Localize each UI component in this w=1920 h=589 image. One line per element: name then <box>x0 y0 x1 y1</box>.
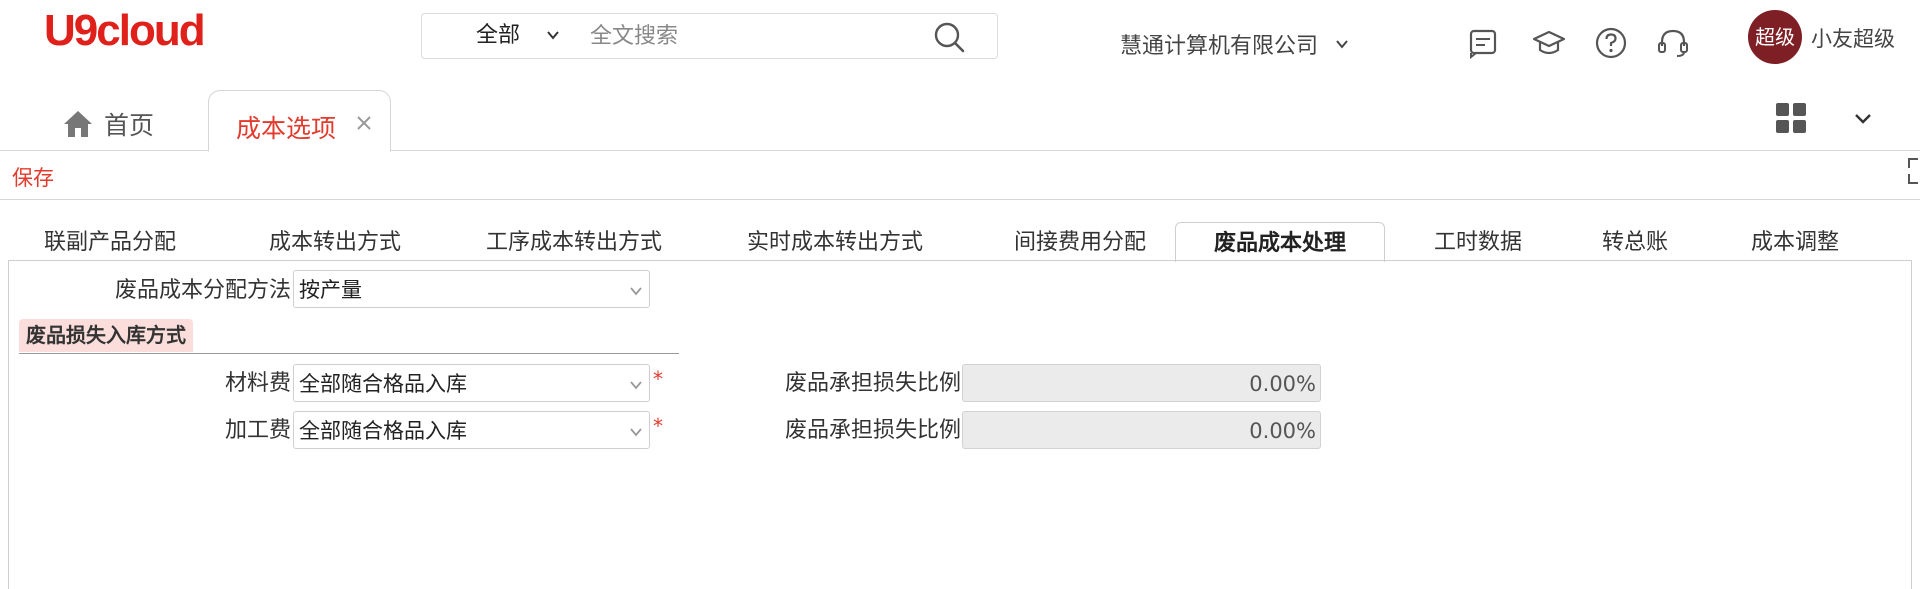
close-icon[interactable] <box>355 114 373 132</box>
method-label: 废品成本分配方法 <box>114 278 291 303</box>
option-tabs: 联副产品分配 成本转出方式 工序成本转出方式 实时成本转出方式 间接费用分配 废… <box>8 222 1912 262</box>
message-icon[interactable] <box>1466 26 1500 60</box>
section-title: 废品损失入库方式 <box>19 319 193 352</box>
ratio-label: 废品承担损失比例 <box>784 371 961 396</box>
subtab-realtime-cost-transfer[interactable]: 实时成本转出方式 <box>725 222 945 261</box>
required-mark: * <box>653 367 663 391</box>
chevron-down-icon <box>1336 40 1348 49</box>
avatar[interactable]: 超级 <box>1748 10 1802 64</box>
processing-loss-ratio: 0.00% <box>962 411 1321 449</box>
method-select[interactable]: 按产量 <box>293 270 650 308</box>
support-headset-icon[interactable] <box>1656 26 1690 60</box>
help-icon[interactable] <box>1594 26 1628 60</box>
scrap-cost-panel: 废品成本分配方法 按产量 废品损失入库方式 材料费 全部随合格品入库 * 废品承… <box>8 260 1912 589</box>
processing-value: 全部随合格品入库 <box>299 419 467 443</box>
app-logo[interactable]: U9cloud <box>44 6 206 55</box>
processing-label: 加工费 <box>224 418 291 443</box>
chevron-down-icon <box>630 381 642 390</box>
method-value: 按产量 <box>299 278 362 302</box>
app-grid-icon[interactable] <box>1775 102 1807 134</box>
chevron-down-icon[interactable] <box>546 28 560 42</box>
tab-home[interactable]: 首页 <box>62 106 154 142</box>
subtab-process-cost-transfer[interactable]: 工序成本转出方式 <box>464 222 684 261</box>
subtab-cost-transfer[interactable]: 成本转出方式 <box>245 222 425 261</box>
fullscreen-icon[interactable] <box>1906 156 1920 186</box>
top-header: U9cloud 全部 慧通计算机有限公司 超 <box>0 0 1920 78</box>
search-icon[interactable] <box>932 20 966 54</box>
search-scope-select[interactable]: 全部 <box>476 14 520 58</box>
processing-select[interactable]: 全部随合格品入库 <box>293 411 650 449</box>
tab-cost-options[interactable]: 成本选项 <box>208 90 391 152</box>
save-button[interactable]: 保存 <box>12 162 54 192</box>
required-mark: * <box>653 414 663 438</box>
subtab-work-hours[interactable]: 工时数据 <box>1418 222 1538 261</box>
subtab-indirect-cost[interactable]: 间接费用分配 <box>990 222 1170 261</box>
material-loss-ratio: 0.00% <box>962 364 1321 402</box>
material-label: 材料费 <box>224 371 291 396</box>
tab-cost-options-label: 成本选项 <box>236 114 337 143</box>
home-icon <box>64 111 92 137</box>
subtab-cost-adjustment[interactable]: 成本调整 <box>1735 222 1855 261</box>
tab-home-label: 首页 <box>104 111 155 140</box>
ratio-label: 废品承担损失比例 <box>784 418 961 443</box>
section-header: 废品损失入库方式 <box>19 319 679 354</box>
global-search: 全部 <box>421 13 998 59</box>
page-tab-bar: 首页 成本选项 <box>0 90 1920 152</box>
company-switcher[interactable]: 慧通计算机有限公司 <box>1120 26 1350 62</box>
company-name: 慧通计算机有限公司 <box>1120 34 1319 59</box>
academy-icon[interactable] <box>1532 26 1566 60</box>
chevron-down-icon[interactable] <box>1852 108 1874 130</box>
user-name[interactable]: 小友超级 <box>1811 22 1895 56</box>
search-input[interactable] <box>590 20 920 52</box>
material-value: 全部随合格品入库 <box>299 372 467 396</box>
subtab-scrap-cost[interactable]: 废品成本处理 <box>1175 222 1385 262</box>
action-toolbar: 保存 <box>0 152 1920 200</box>
chevron-down-icon <box>630 428 642 437</box>
material-select[interactable]: 全部随合格品入库 <box>293 364 650 402</box>
subtab-general-ledger[interactable]: 转总账 <box>1580 222 1690 261</box>
chevron-down-icon <box>630 287 642 296</box>
subtab-joint-product[interactable]: 联副产品分配 <box>20 222 200 261</box>
